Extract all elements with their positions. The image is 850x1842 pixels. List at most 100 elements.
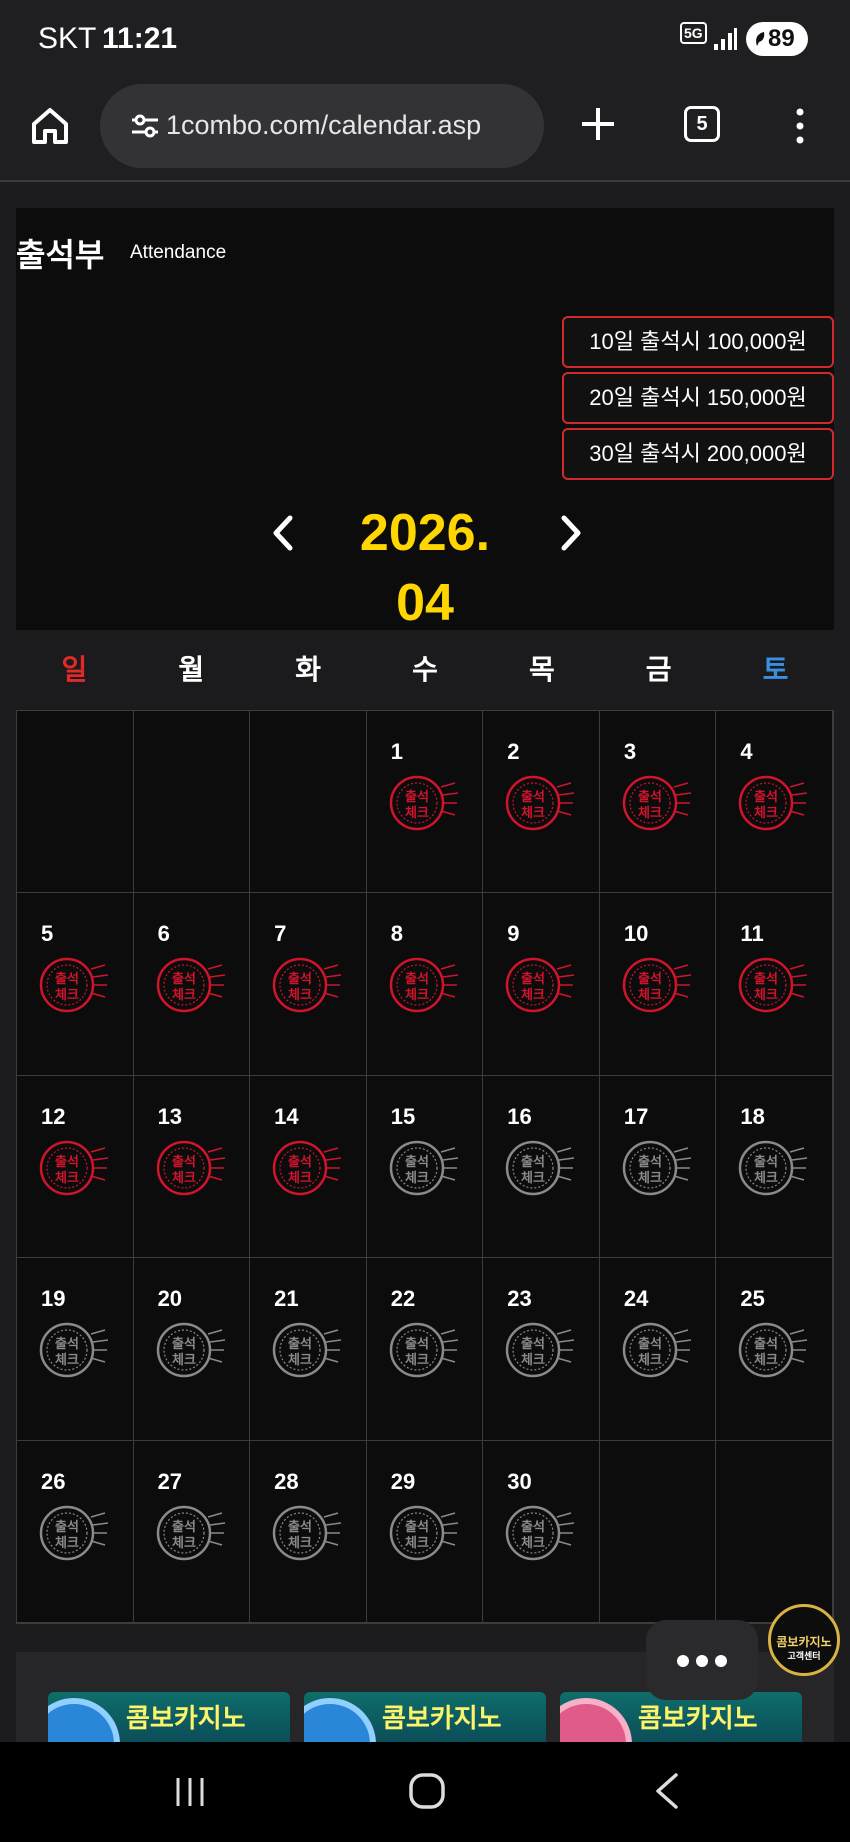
badge-subtitle: 고객센터 xyxy=(787,1651,821,1661)
calendar-empty-cell xyxy=(716,1440,833,1623)
day-number: 26 xyxy=(41,1468,66,1494)
calendar-day-cell: 26 출석 체크 xyxy=(17,1440,134,1623)
day-number: 14 xyxy=(274,1103,299,1129)
stamp-label: 체크 xyxy=(638,1353,662,1368)
day-number: 6 xyxy=(157,921,170,947)
back-icon[interactable] xyxy=(652,1772,682,1810)
stamp-label: 출석 xyxy=(521,789,545,805)
home-nav-icon[interactable] xyxy=(408,1772,446,1810)
web-page: 출석부 Attendance 10일 출석시 100,000원 20일 출석시 … xyxy=(0,184,850,1742)
calendar-day-cell: 16 출석 체크 xyxy=(483,1075,600,1259)
attendance-stamp-unchecked-icon: 출석체크 xyxy=(272,1505,342,1560)
stamp-label: 출석 xyxy=(405,1519,429,1535)
chevron-right-icon[interactable] xyxy=(556,514,586,552)
day-number: 15 xyxy=(390,1103,416,1129)
ellipsis-icon xyxy=(677,1655,727,1667)
calendar-day-cell: 24 출석 체크 xyxy=(599,1258,717,1441)
stamp-label: 출석 xyxy=(521,1519,545,1535)
attendance-stamp-unchecked-icon: 출석체크 xyxy=(389,1140,458,1196)
calendar-day-cell: 14 출석 체크 xyxy=(250,1075,367,1259)
banner-label: 콤보카지노 xyxy=(126,1703,246,1733)
day-number: 7 xyxy=(274,921,287,947)
attendance-stamp-checked-icon: 출석체크 xyxy=(272,1140,342,1196)
stamp-label: 출석 xyxy=(55,1154,79,1170)
stamp-label: 체크 xyxy=(405,1171,429,1186)
attendance-stamp-unchecked-icon: 출석체크 xyxy=(739,1140,808,1196)
more-menu-icon[interactable] xyxy=(790,106,810,146)
address-bar[interactable]: 1combo.com/calendar.asp xyxy=(100,84,544,168)
stamp-label: 출석 xyxy=(754,971,778,987)
stamp-label: 체크 xyxy=(521,1536,545,1551)
reward-20-days: 20일 출석시 150,000원 xyxy=(562,372,834,424)
calendar-empty-cell xyxy=(133,711,251,894)
system-nav-bar xyxy=(0,1742,850,1842)
attendance-stamp-unchecked-icon: 출석체크 xyxy=(506,1322,575,1378)
stamp-label: 출석 xyxy=(638,1336,662,1352)
attendance-stamp-checked-icon: 출석체크 xyxy=(622,958,691,1013)
day-number: 11 xyxy=(740,921,764,947)
reward-30-days: 30일 출석시 200,000원 xyxy=(562,428,834,480)
banner-graphic xyxy=(304,1698,376,1742)
stamp-label: 체크 xyxy=(521,1353,545,1368)
calendar-day-cell: 27 출석 체크 xyxy=(133,1440,251,1623)
stamp-label: 출석 xyxy=(288,1154,312,1170)
day-number: 17 xyxy=(623,1103,649,1129)
site-settings-icon[interactable] xyxy=(130,112,160,140)
more-options-button[interactable] xyxy=(646,1620,758,1700)
banner-graphic xyxy=(560,1698,632,1742)
attendance-stamp-unchecked-icon: 출석체크 xyxy=(389,1505,458,1560)
weekday-label: 토 xyxy=(762,654,789,685)
calendar-day-cell: 4 출석 체크 xyxy=(716,711,833,894)
current-month: 2026. 04 xyxy=(359,504,491,632)
stamp-label: 출석 xyxy=(521,971,545,987)
stamp-label: 출석 xyxy=(172,971,196,987)
stamp-label: 출석 xyxy=(172,1519,196,1535)
stamp-label: 출석 xyxy=(405,971,429,987)
day-number: 30 xyxy=(507,1468,532,1494)
day-number: 12 xyxy=(41,1103,66,1129)
promo-banner-2[interactable]: 콤보카지노 xyxy=(304,1692,546,1742)
calendar-day-cell: 18 출석 체크 xyxy=(716,1075,833,1259)
chevron-left-icon[interactable] xyxy=(268,514,298,552)
day-number: 16 xyxy=(507,1103,532,1129)
home-icon[interactable] xyxy=(28,104,72,148)
attendance-stamp-unchecked-icon: 출석체크 xyxy=(389,1322,458,1378)
day-number: 10 xyxy=(623,921,649,947)
stamp-label: 출석 xyxy=(405,789,429,805)
stamp-label: 체크 xyxy=(172,1536,196,1551)
stamp-label: 출석 xyxy=(55,971,79,987)
stamp-label: 출석 xyxy=(754,789,778,805)
banner-label: 콤보카지노 xyxy=(638,1703,758,1733)
weekday-label: 수 xyxy=(412,654,438,685)
weekday-label: 월 xyxy=(178,654,205,685)
attendance-stamp-checked-icon: 출석체크 xyxy=(622,775,691,831)
promo-banner-1[interactable]: 콤보카지노 xyxy=(48,1692,290,1742)
stamp-label: 출석 xyxy=(288,971,312,987)
stamp-label: 출석 xyxy=(638,971,662,987)
calendar-day-cell: 25 출석 체크 xyxy=(716,1258,833,1441)
stamp-label: 체크 xyxy=(55,1353,79,1368)
stamp-label: 출석 xyxy=(55,1519,79,1535)
tabs-icon[interactable]: 5 xyxy=(684,106,720,142)
new-tab-icon[interactable] xyxy=(578,104,618,144)
calendar-day-cell: 7 출석 체크 xyxy=(250,893,367,1076)
customer-center-badge[interactable]: 콤보카지노 고객센터 xyxy=(768,1604,840,1676)
battery-saver-icon xyxy=(756,32,765,46)
calendar-day-cell: 5 출석 체크 xyxy=(17,893,134,1076)
reward-10-days: 10일 출석시 100,000원 xyxy=(562,316,834,368)
attendance-stamp-checked-icon: 출석체크 xyxy=(739,958,808,1013)
stamp-label: 출석 xyxy=(754,1154,778,1170)
day-number: 23 xyxy=(507,1286,532,1312)
day-number: 27 xyxy=(157,1468,183,1494)
attendance-stamp-unchecked-icon: 출석체크 xyxy=(39,1322,109,1378)
stamp-label: 체크 xyxy=(405,1353,429,1368)
recent-apps-icon[interactable] xyxy=(172,1774,208,1810)
stamp-label: 체크 xyxy=(521,988,545,1003)
day-number: 21 xyxy=(274,1286,299,1312)
attendance-stamp-unchecked-icon: 출석체크 xyxy=(506,1505,575,1560)
stamp-label: 체크 xyxy=(638,806,662,821)
day-number: 2 xyxy=(507,739,520,764)
stamp-label: 체크 xyxy=(405,988,429,1003)
calendar-empty-cell xyxy=(17,711,134,894)
stamp-label: 출석 xyxy=(55,1336,79,1352)
